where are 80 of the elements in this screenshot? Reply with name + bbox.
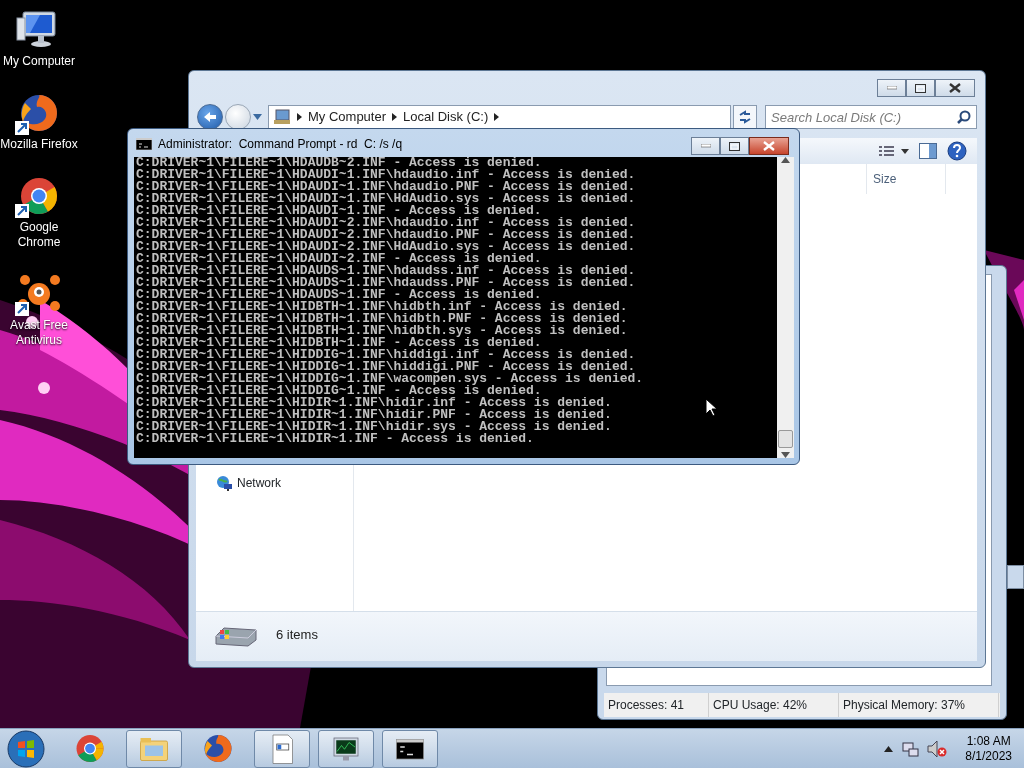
console-line: C:DRIVER~1\FILERE~1\HIDBTH~1.INF\hidbth.inf - Access is denied. [135,301,628,313]
status-text: Physical Memory: 37% [839,693,999,717]
taskbar-button[interactable] [318,729,374,768]
cursor-icon [705,398,717,418]
chevron-icon[interactable] [297,113,302,121]
console-line: C:DRIVER~1\FILERE~1\HIDDIG~1.INF - Access is denied. [135,385,542,397]
forward-button[interactable] [225,104,251,130]
minimize-button[interactable] [691,137,720,155]
console-line: C:DRIVER~1\FILERE~1\HIDBTH~1.INF - Access is denied. [135,337,542,349]
scroll-down-icon[interactable] [781,452,790,458]
console-line: C:DRIVER~1\FILERE~1\HIDIR~1.INF\hidir.PNF - Access is denied. [135,409,612,421]
icon-label[interactable]: Google Chrome [0,220,78,250]
clock-time[interactable]: 1:08 AM [966,733,1011,749]
maximize-button[interactable] [720,137,749,155]
console-line: C:DRIVER~1\FILERE~1\HDAUDI~1.INF\HdAudio.sys - Access is denied. [135,193,636,205]
console-line: C:DRIVER~1\FILERE~1\HDAUDS~1.INF\hdaudss.PNF - Access is denied. [135,277,636,289]
close-button[interactable] [935,79,975,97]
dropdown-icon[interactable] [253,114,262,120]
icon-label[interactable]: My Computer [0,54,78,69]
help-icon[interactable] [947,141,967,161]
windows-logo-icon [6,728,46,768]
scrollbar-thumb[interactable] [778,430,793,448]
preview-pane-icon[interactable] [919,143,937,159]
clock-date[interactable]: 8/1/2023 [965,748,1012,764]
close-icon [763,141,775,151]
console-line: C:DRIVER~1\FILERE~1\HDAUDB~2.INF - Access is denied. [135,157,542,169]
console-line: C:DRIVER~1\FILERE~1\HIDDIG~1.INF\hiddigi.inf - Access is denied. [135,349,636,361]
console-line: C:DRIVER~1\FILERE~1\HIDIR~1.INF - Access is denied. [135,433,534,445]
maximize-icon [915,83,926,93]
console-line: C:DRIVER~1\FILERE~1\HIDBTH~1.INF\hidbth.PNF - Access is denied. [135,313,628,325]
window-title: Administrator: Command Prompt - rd C: /s /q [158,136,403,153]
chevron-icon[interactable] [494,113,500,121]
minimize-button[interactable] [877,79,906,97]
back-button[interactable] [197,104,223,130]
network-icon[interactable] [901,739,920,758]
console-line: C:DRIVER~1\FILERE~1\HDAUDI~2.INF\hdaudio.inf - Access is denied. [135,217,636,229]
computer-icon [273,109,291,125]
status-text: Processes: 41 [604,693,709,717]
refresh-icon [738,110,752,124]
breadcrumb-item[interactable]: My Computer [308,107,387,127]
console-line: C:DRIVER~1\FILERE~1\HDAUDI~1.INF\hdaudio.inf - Access is denied. [135,169,636,181]
console-line: C:DRIVER~1\FILERE~1\HDAUDI~2.INF\HdAudio.sys - Access is denied. [135,241,636,253]
console-line: C:DRIVER~1\FILERE~1\HDAUDS~1.INF - Access is denied. [135,289,542,301]
minimize-icon [886,86,897,90]
nav-item[interactable]: Network [216,474,353,492]
status-text: CPU Usage: 42% [709,693,839,717]
address-bar[interactable]: My Computer Local Disk (C:) [268,105,731,129]
search-field[interactable]: Search Local Disk (C:) [765,105,977,129]
column-header[interactable]: Size [866,164,946,194]
chevron-icon[interactable] [392,113,398,121]
minimize-icon [700,144,711,148]
console-line: C:DRIVER~1\FILERE~1\HDAUDI~2.INF\hdaudio.PNF - Access is denied. [135,229,636,241]
taskbar-button[interactable] [382,729,438,768]
maximize-button[interactable] [906,79,935,97]
console-line: C:DRIVER~1\FILERE~1\HDAUDI~2.INF - Access is denied. [135,253,542,265]
back-arrow-icon [203,111,217,123]
console-line: C:DRIVER~1\FILERE~1\HDAUDI~1.INF - Access is denied. [135,205,542,217]
refresh-button[interactable] [733,105,757,129]
start-button[interactable] [6,728,46,768]
console-line: C:DRIVER~1\FILERE~1\HIDIR~1.INF\hidir.inf - Access is denied. [135,397,612,409]
antivirus-icon[interactable] [15,272,63,318]
view-options-icon[interactable] [879,145,909,157]
console-line: C:DRIVER~1\FILERE~1\HIDDIG~1.INF\wacompen.sys - Access is denied. [135,373,644,385]
console-line: C:DRIVER~1\FILERE~1\HIDBTH~1.INF\hidbth.sys - Access is denied. [135,325,628,337]
close-icon [949,83,961,93]
console-line: C:DRIVER~1\FILERE~1\HIDIR~1.INF\hidir.sys - Access is denied. [135,421,612,433]
breadcrumb-item[interactable]: Local Disk (C:) [403,107,489,127]
item-count: 6 items [276,626,318,644]
search-icon[interactable] [957,110,971,124]
network-icon [216,475,232,491]
close-button[interactable] [749,137,789,155]
scrollbar[interactable] [777,157,794,458]
console-icon [136,138,152,150]
icon-label[interactable]: Mozilla Firefox [0,137,78,152]
maximize-icon [729,141,740,151]
show-hidden-icons-icon[interactable] [884,745,894,752]
volume-muted-icon[interactable] [927,739,948,758]
console-line: C:DRIVER~1\FILERE~1\HDAUDI~1.INF\hdaudio.PNF - Access is denied. [135,181,636,193]
console-line: C:DRIVER~1\FILERE~1\HDAUDS~1.INF\hdaudss.inf - Access is denied. [135,265,636,277]
console-line: C:DRIVER~1\FILERE~1\HIDDIG~1.INF\hiddigi.PNF - Access is denied. [135,361,636,373]
